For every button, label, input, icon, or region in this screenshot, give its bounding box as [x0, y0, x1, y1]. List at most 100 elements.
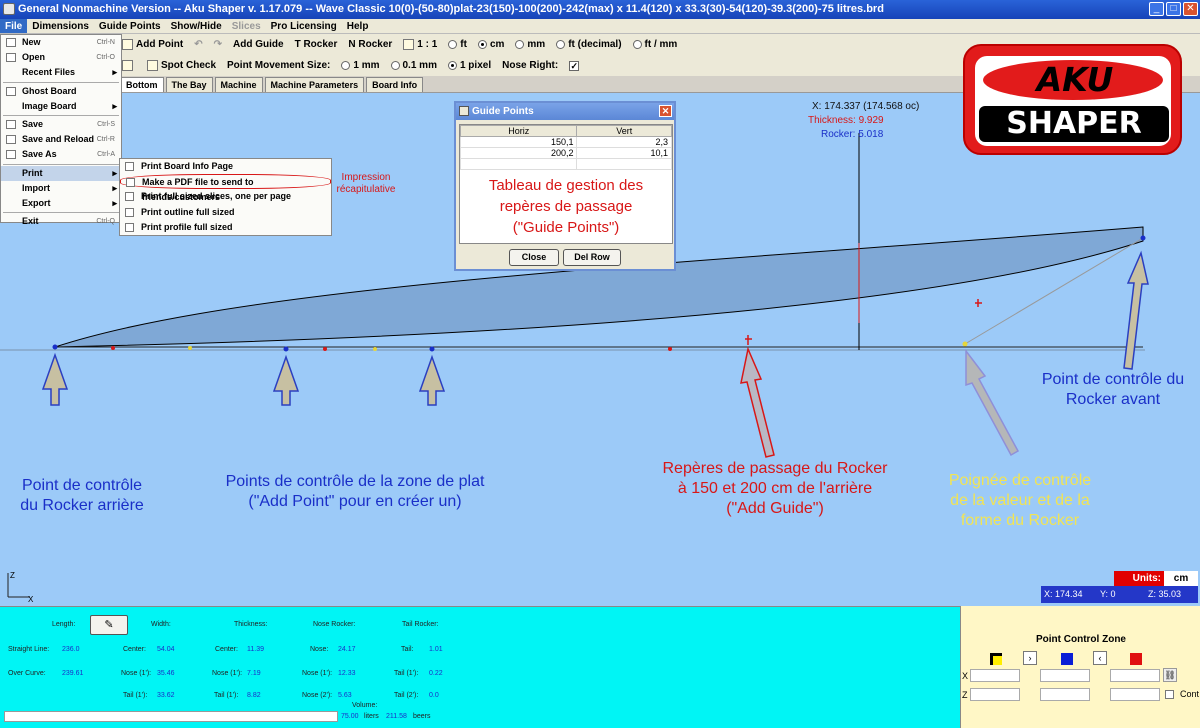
- width-nose1-label: Nose (1'):: [121, 670, 152, 677]
- tab-machine[interactable]: Machine: [214, 77, 263, 92]
- menu-item-save-reload[interactable]: Save and Reload Ctrl-R: [1, 132, 121, 147]
- arrow-handle: [965, 348, 1020, 457]
- straight-line-label: Straight Line:: [8, 646, 50, 653]
- pcz-z1-input[interactable]: [970, 688, 1020, 701]
- tab-bottom[interactable]: Bottom: [120, 77, 164, 92]
- width-center-value: 54.04: [157, 646, 175, 653]
- spot-check-button[interactable]: Spot Check: [147, 59, 216, 71]
- tab-the-bay[interactable]: The Bay: [165, 77, 213, 92]
- add-guide-button[interactable]: Add Guide: [233, 39, 284, 50]
- menu-item-import[interactable]: Import ▸: [1, 181, 121, 196]
- print-profile[interactable]: Print profile full sized: [120, 220, 331, 235]
- print-icon: [125, 192, 134, 202]
- tab-board-info[interactable]: Board Info: [366, 77, 424, 92]
- print-slices[interactable]: Print full sized slices, one per page: [120, 189, 331, 204]
- minimize-button[interactable]: _: [1149, 2, 1164, 16]
- move-1mm[interactable]: 1 mm: [341, 60, 380, 71]
- blue-point-icon[interactable]: [1061, 653, 1073, 665]
- annotation-front: Point de contrôle du Rocker avant: [1041, 371, 1185, 408]
- move-1pixel[interactable]: 1 pixel: [447, 60, 491, 71]
- undo-icon[interactable]: ↶: [194, 39, 202, 50]
- units-value[interactable]: cm: [1164, 571, 1198, 586]
- flat-control-point: [283, 346, 289, 352]
- liters-label: liters: [364, 713, 379, 720]
- menu-item-exit[interactable]: Exit Ctrl-Q: [1, 214, 121, 229]
- redo-icon[interactable]: ↷: [214, 39, 222, 50]
- move-01mm[interactable]: 0.1 mm: [390, 60, 437, 71]
- pcz-x3-input[interactable]: [1110, 669, 1160, 682]
- prev-icon[interactable]: ‹: [1093, 651, 1107, 665]
- menu-item-recent[interactable]: Recent Files ▸: [1, 65, 121, 80]
- menu-pro-licensing[interactable]: Pro Licensing: [266, 19, 342, 33]
- pcz-z2-input[interactable]: [1040, 688, 1090, 701]
- n-rocker-button[interactable]: N Rocker: [348, 39, 392, 50]
- grid-icon[interactable]: [122, 60, 133, 71]
- point-marker: [668, 347, 672, 351]
- table-row[interactable]: [459, 158, 672, 170]
- table-row[interactable]: 200,2 10,1: [459, 147, 672, 159]
- coord-y: Y: 0: [1100, 589, 1116, 599]
- del-row-button[interactable]: Del Row: [563, 249, 621, 266]
- menu-item-export[interactable]: Export ▸: [1, 196, 121, 211]
- unit-cm[interactable]: cm: [477, 39, 504, 50]
- tail1-value: 0.22: [429, 670, 443, 677]
- menu-item-save-as[interactable]: Save As Ctrl-A: [1, 147, 121, 162]
- tail-label: Tail:: [401, 646, 414, 653]
- volume-liters-value: 75.00: [341, 713, 359, 720]
- width-label: Width:: [151, 621, 171, 628]
- unit-ft-decimal[interactable]: ft (decimal): [556, 39, 622, 50]
- menu-help[interactable]: Help: [342, 19, 374, 33]
- save-reload-icon: [6, 135, 16, 145]
- red-point-icon[interactable]: [1130, 653, 1142, 665]
- pdf-icon: [126, 178, 135, 188]
- link-icon[interactable]: ⛓: [1163, 668, 1177, 682]
- menu-guide-points[interactable]: Guide Points: [94, 19, 166, 33]
- pcz-z3-input[interactable]: [1110, 688, 1160, 701]
- dialog-close-icon[interactable]: ✕: [659, 105, 672, 117]
- dialog-title-bar[interactable]: Guide Points ✕: [456, 103, 674, 120]
- unit-ft-mm[interactable]: ft / mm: [632, 39, 677, 50]
- axis-x-label: X: [28, 595, 34, 604]
- cont-checkbox[interactable]: [1165, 690, 1174, 699]
- menu-item-ghost[interactable]: Ghost Board: [1, 84, 121, 99]
- thick-tail1-value: 8.82: [247, 692, 261, 699]
- width-tail1-value: 33.62: [157, 692, 175, 699]
- next-icon[interactable]: ›: [1023, 651, 1037, 665]
- menu-item-new[interactable]: New Ctrl-N: [1, 35, 121, 50]
- menu-item-save[interactable]: Save Ctrl-S: [1, 117, 121, 132]
- yellow-point-icon[interactable]: [990, 653, 1002, 665]
- open-icon: [6, 53, 16, 63]
- arrow-rear: [41, 352, 69, 406]
- unit-mm[interactable]: mm: [515, 39, 545, 50]
- tab-machine-parameters[interactable]: Machine Parameters: [264, 77, 365, 92]
- print-board-info[interactable]: Print Board Info Page: [120, 159, 331, 174]
- axis-z-label: Z: [10, 571, 15, 580]
- point-control-zone: Point Control Zone › ‹ X Z ⛓ Cont: [960, 606, 1200, 728]
- close-window-button[interactable]: ✕: [1183, 2, 1198, 16]
- menu-slices[interactable]: Slices: [227, 19, 266, 33]
- unit-ft[interactable]: ft: [448, 39, 467, 50]
- pcz-x1-input[interactable]: [970, 669, 1020, 682]
- flat-control-point: [429, 346, 435, 352]
- menu-item-print[interactable]: Print ▸: [1, 165, 121, 181]
- t-rocker-button[interactable]: T Rocker: [295, 39, 338, 50]
- pcz-x2-input[interactable]: [1040, 669, 1090, 682]
- menu-dimensions[interactable]: Dimensions: [27, 19, 94, 33]
- print-outline[interactable]: Print outline full sized: [120, 205, 331, 220]
- close-button[interactable]: Close: [509, 249, 559, 266]
- movement-label: Point Movement Size:: [227, 60, 331, 71]
- add-point-button[interactable]: Add Point: [122, 38, 183, 50]
- app-icon: [3, 3, 15, 15]
- nose-right-checkbox[interactable]: ✓: [569, 60, 580, 71]
- menu-item-open[interactable]: Open Ctrl-O: [1, 50, 121, 65]
- print-pdf[interactable]: Make a PDF file to send to friends/custo…: [120, 174, 331, 202]
- edit-dimensions-button[interactable]: ✎: [90, 615, 128, 635]
- maximize-button[interactable]: □: [1166, 2, 1181, 16]
- menu-show-hide[interactable]: Show/Hide: [166, 19, 227, 33]
- menu-file[interactable]: File: [0, 19, 28, 33]
- scale-button[interactable]: 1 : 1: [403, 38, 437, 50]
- table-row[interactable]: 150,1 2,3: [459, 136, 672, 148]
- thickness-label: Thickness:: [234, 621, 268, 628]
- menu-item-image[interactable]: Image Board ▸: [1, 99, 121, 114]
- print-icon: [125, 207, 134, 217]
